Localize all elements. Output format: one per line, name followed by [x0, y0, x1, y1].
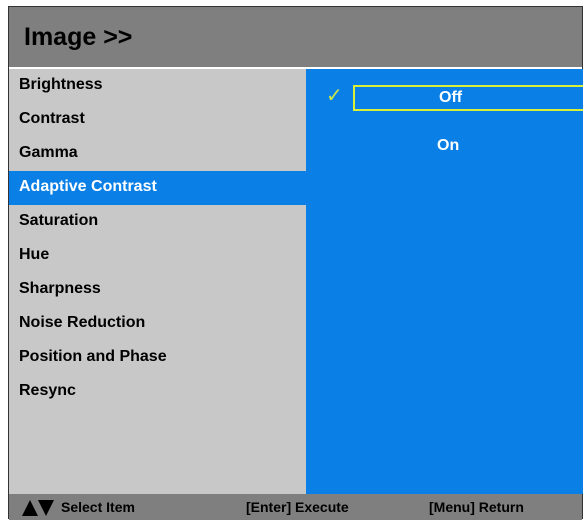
up-down-arrows-icon	[22, 500, 54, 516]
menu-item-saturation[interactable]: Saturation	[9, 205, 306, 239]
menu-item-sharpness[interactable]: Sharpness	[9, 273, 306, 307]
option-panel: ✓ Off On	[306, 69, 583, 494]
return-hint: [Menu] Return	[429, 499, 524, 515]
footer-bar: Select Item [Enter] Execute [Menu] Retur…	[9, 494, 582, 520]
menu-item-adaptive-contrast[interactable]: Adaptive Contrast	[9, 171, 306, 205]
option-on[interactable]: On	[353, 133, 583, 159]
menu-item-noise-reduction[interactable]: Noise Reduction	[9, 307, 306, 341]
select-item-hint: Select Item	[61, 499, 135, 515]
menu-list: Brightness Contrast Gamma Adaptive Contr…	[9, 69, 306, 494]
menu-item-contrast[interactable]: Contrast	[9, 103, 306, 137]
osd-menu: Image >> Brightness Contrast Gamma Adapt…	[8, 6, 583, 520]
menu-item-gamma[interactable]: Gamma	[9, 137, 306, 171]
menu-header: Image >>	[9, 7, 582, 69]
menu-item-hue[interactable]: Hue	[9, 239, 306, 273]
checkmark-icon: ✓	[326, 85, 343, 107]
menu-item-position-and-phase[interactable]: Position and Phase	[9, 341, 306, 375]
menu-item-brightness[interactable]: Brightness	[9, 69, 306, 103]
option-off[interactable]: Off	[353, 85, 583, 111]
execute-hint: [Enter] Execute	[246, 499, 349, 515]
menu-item-resync[interactable]: Resync	[9, 375, 306, 409]
page-title: Image >>	[24, 23, 133, 51]
